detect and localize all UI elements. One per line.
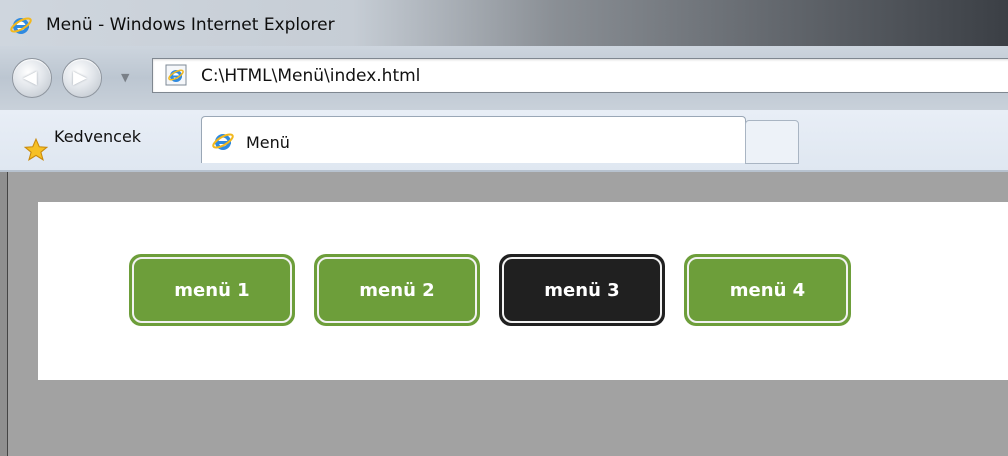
favorites-label[interactable]: Kedvencek <box>54 127 141 146</box>
star-icon <box>23 137 49 161</box>
menu-item-2-label: menü 2 <box>317 257 477 323</box>
back-button[interactable]: ◀ <box>12 58 52 98</box>
history-dropdown-icon[interactable]: ▼ <box>121 71 129 84</box>
back-arrow-icon: ◀ <box>23 67 37 88</box>
internet-explorer-icon <box>212 133 234 150</box>
menu-item-1[interactable]: menü 1 <box>129 254 295 326</box>
internet-explorer-icon <box>10 17 32 34</box>
menu-item-3[interactable]: menü 3 <box>499 254 665 326</box>
menu-item-3-label: menü 3 <box>502 257 662 323</box>
tab-menu[interactable]: Menü <box>201 116 746 163</box>
navigation-bar: ◀ ▶ ▼ C:\HTML\Menü\index.html <box>0 46 1008 110</box>
menu-item-2[interactable]: menü 2 <box>314 254 480 326</box>
tab-bar: Kedvencek Menü <box>0 110 1008 172</box>
menu-item-1-label: menü 1 <box>132 257 292 323</box>
tab-label: Menü <box>246 133 290 152</box>
window-left-edge <box>0 172 8 456</box>
window-title: Menü - Windows Internet Explorer <box>46 15 335 35</box>
new-tab-button[interactable] <box>745 120 799 164</box>
address-bar[interactable]: C:\HTML\Menü\index.html <box>152 58 1008 93</box>
page-icon <box>165 64 187 86</box>
forward-arrow-icon: ▶ <box>73 67 87 88</box>
forward-button[interactable]: ▶ <box>62 58 102 98</box>
address-input[interactable]: C:\HTML\Menü\index.html <box>201 66 420 86</box>
title-bar: Menü - Windows Internet Explorer <box>0 0 1008 46</box>
menu-item-4-label: menü 4 <box>687 257 848 323</box>
menu-item-4[interactable]: menü 4 <box>684 254 851 326</box>
